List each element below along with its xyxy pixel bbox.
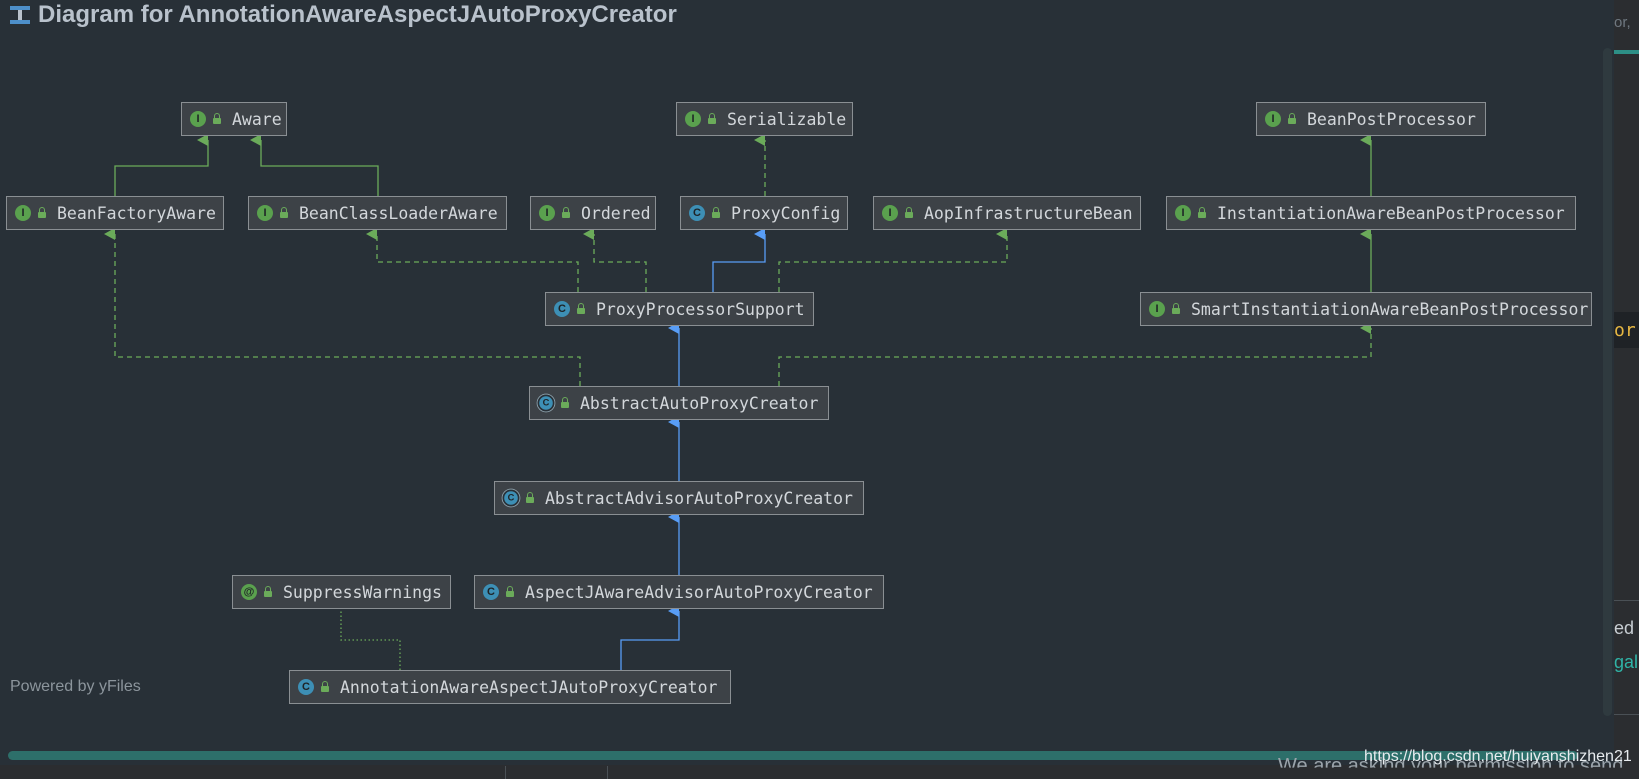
lock-icon: [576, 303, 586, 315]
node-label: BeanClassLoaderAware: [299, 203, 498, 223]
node-beanclassloaderaware[interactable]: I BeanClassLoaderAware: [248, 196, 507, 230]
lock-icon: [279, 207, 289, 219]
interface-icon: I: [539, 205, 555, 221]
node-label: ProxyProcessorSupport: [596, 299, 805, 319]
edge-pps-beanclassloaderaware: [366, 228, 579, 292]
node-label: BeanFactoryAware: [57, 203, 216, 223]
lock-icon: [707, 113, 717, 125]
interface-icon: I: [1149, 301, 1165, 317]
edge-beanfactoryaware-aware: [114, 134, 209, 196]
node-label: ProxyConfig: [731, 203, 841, 223]
class-icon: C: [298, 679, 314, 695]
node-aspectjawareadvisorautoproxycreator[interactable]: C AspectJAwareAdvisorAutoProxyCreator: [474, 575, 884, 609]
node-instantiationawarebeanpostprocessor[interactable]: I InstantiationAwareBeanPostProcessor: [1166, 196, 1576, 230]
lock-icon: [320, 681, 330, 693]
node-proxyconfig[interactable]: C ProxyConfig: [680, 196, 848, 230]
edge-beanclassloaderaware-aware: [250, 134, 379, 196]
panel-divider: [1614, 714, 1639, 715]
node-smartinstantiationawarebeanpostprocessor[interactable]: I SmartInstantiationAwareBeanPostProcess…: [1140, 292, 1592, 326]
edge-pps-proxyconfig: [712, 228, 766, 292]
edge-pps-aopinfrastructurebean: [778, 228, 1008, 292]
right-panel-fragment: or: [1614, 320, 1636, 341]
node-proxyprocessorsupport[interactable]: C ProxyProcessorSupport: [545, 292, 814, 326]
lock-icon: [212, 113, 222, 125]
node-ordered[interactable]: I Ordered: [530, 196, 656, 230]
node-abstractautoproxycreator[interactable]: C AbstractAutoProxyCreator: [529, 386, 829, 420]
annotation-icon: @: [241, 584, 257, 600]
bottom-separator: [607, 766, 608, 779]
interface-icon: I: [1265, 111, 1281, 127]
class-icon: C: [483, 584, 499, 600]
lock-icon: [1287, 113, 1297, 125]
interface-icon: I: [257, 205, 273, 221]
node-serializable[interactable]: I Serializable: [676, 102, 853, 136]
edge-pps-ordered: [583, 228, 647, 292]
node-label: Aware: [232, 109, 282, 129]
lock-icon: [525, 492, 535, 504]
node-label: BeanPostProcessor: [1307, 109, 1476, 129]
node-abstractadvisorautoproxycreator[interactable]: C AbstractAdvisorAutoProxyCreator: [494, 481, 864, 515]
lock-icon: [37, 207, 47, 219]
node-label: Ordered: [581, 203, 651, 223]
node-label: AbstractAutoProxyCreator: [580, 393, 819, 413]
node-label: SmartInstantiationAwareBeanPostProcessor: [1191, 299, 1589, 319]
node-beanfactoryaware[interactable]: I BeanFactoryAware: [6, 196, 224, 230]
node-label: InstantiationAwareBeanPostProcessor: [1217, 203, 1565, 223]
right-panel-fragment: ed t: [1614, 618, 1639, 638]
lock-icon: [711, 207, 721, 219]
node-aopinfrastructurebean[interactable]: I AopInfrastructureBean: [873, 196, 1141, 230]
node-label: SuppressWarnings: [283, 582, 442, 602]
abstract-class-icon: C: [504, 491, 518, 505]
lock-icon: [904, 207, 914, 219]
bottom-separator: [505, 766, 506, 779]
panel-accent-bar: [1614, 50, 1639, 54]
interface-icon: I: [882, 205, 898, 221]
node-label: AbstractAdvisorAutoProxyCreator: [545, 488, 853, 508]
interface-icon: I: [15, 205, 31, 221]
node-label: AspectJAwareAdvisorAutoProxyCreator: [525, 582, 873, 602]
powered-by-label: Powered by yFiles: [10, 678, 141, 695]
lock-icon: [263, 586, 273, 598]
node-annotationawareaspectjautoproxycreator[interactable]: C AnnotationAwareAspectJAutoProxyCreator: [289, 670, 731, 704]
node-aware[interactable]: I Aware: [181, 102, 287, 136]
node-suppresswarnings[interactable]: @ SuppressWarnings: [232, 575, 451, 609]
vertical-scrollbar[interactable]: [1603, 48, 1612, 716]
edge-aapc-beanfactoryaware: [104, 228, 581, 386]
right-side-panel: or, or ed t gal: [1614, 0, 1639, 779]
right-panel-fragment: gal: [1614, 652, 1639, 672]
lock-icon: [560, 397, 570, 409]
right-panel-fragment: or,: [1614, 14, 1631, 31]
node-label: AnnotationAwareAspectJAutoProxyCreator: [340, 677, 718, 697]
interface-icon: I: [685, 111, 701, 127]
panel-divider: [1614, 600, 1639, 601]
node-label: Serializable: [727, 109, 847, 129]
class-icon: C: [689, 205, 705, 221]
lock-icon: [561, 207, 571, 219]
interface-icon: I: [190, 111, 206, 127]
edge-aaajapc-suppresswarnings: [340, 611, 401, 670]
edge-aapc-siabpp: [778, 322, 1372, 386]
watermark-url: https://blog.csdn.net/huiyanshizhen21: [1364, 748, 1632, 765]
lock-icon: [505, 586, 515, 598]
interface-icon: I: [1175, 205, 1191, 221]
abstract-class-icon: C: [539, 396, 553, 410]
edge-aaajapc-ajaaapc: [620, 605, 680, 670]
node-beanpostprocessor[interactable]: I BeanPostProcessor: [1256, 102, 1486, 136]
class-icon: C: [554, 301, 570, 317]
node-label: AopInfrastructureBean: [924, 203, 1133, 223]
lock-icon: [1197, 207, 1207, 219]
lock-icon: [1171, 303, 1181, 315]
